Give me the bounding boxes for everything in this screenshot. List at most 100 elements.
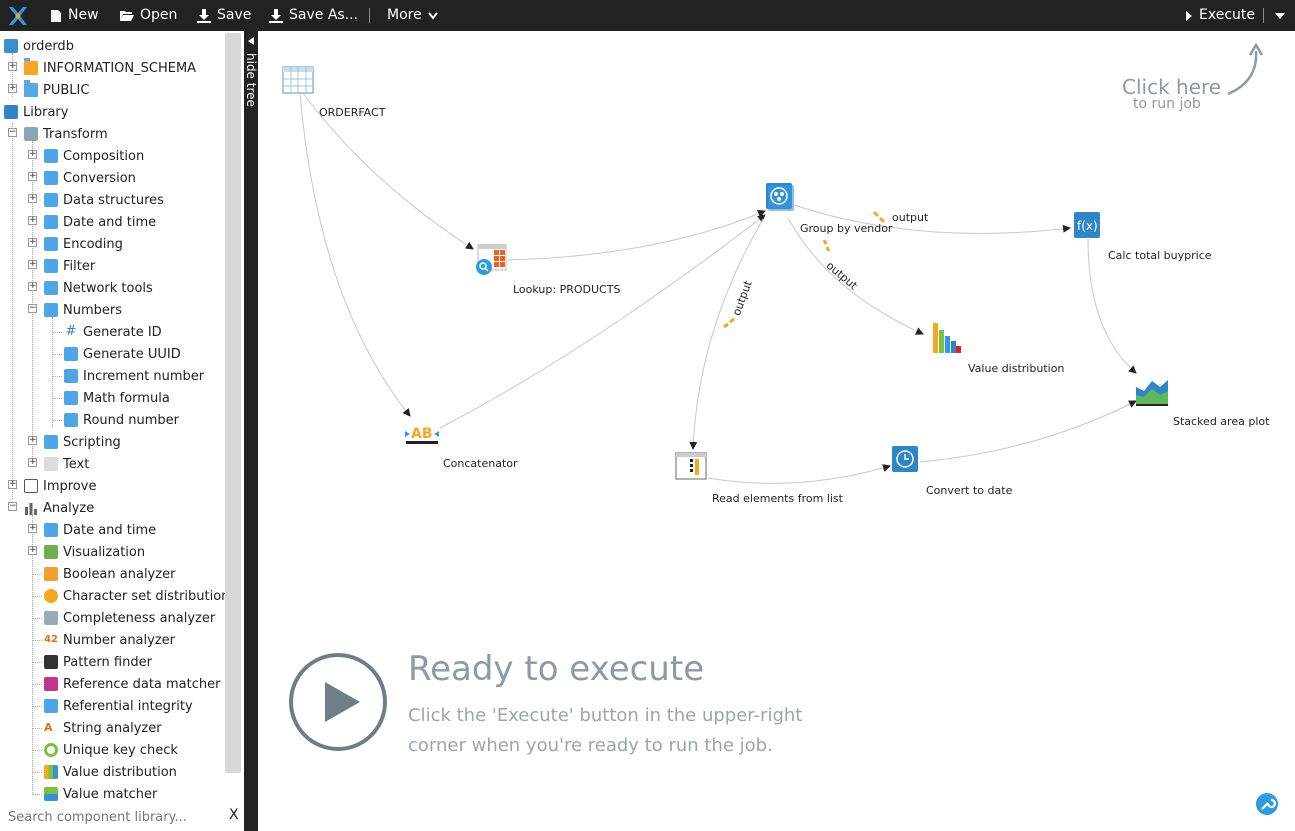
- tree-item-analyze[interactable]: Analyze: [24, 497, 94, 519]
- tree-item-component[interactable]: Unique key check: [44, 739, 178, 761]
- tree-guide-line: [32, 772, 42, 773]
- tree-item-component[interactable]: Increment number: [64, 365, 204, 387]
- clear-search-button[interactable]: X: [229, 807, 239, 823]
- job-settings-button[interactable]: [1256, 793, 1278, 819]
- open-button[interactable]: Open: [120, 0, 177, 31]
- tree-item-component[interactable]: Boolean analyzer: [44, 563, 175, 585]
- list-icon: [675, 452, 707, 480]
- component-orderfact-table[interactable]: [282, 66, 314, 98]
- tree-item-category[interactable]: Numbers: [44, 299, 122, 321]
- component-calc-total-buyprice[interactable]: f(x): [1074, 212, 1102, 244]
- save-as-button[interactable]: Save As...: [269, 0, 358, 31]
- numbers-icon: [44, 303, 58, 317]
- tree-item-datastore[interactable]: orderdb: [4, 35, 74, 57]
- tree-item-label: Increment number: [83, 368, 205, 384]
- tree-guide-line: [32, 596, 42, 597]
- job-graph-canvas[interactable]: ORDERFACT Lookup: PRODUCTS AB Concatenat…: [258, 31, 1295, 831]
- tree-item-category[interactable]: Encoding: [44, 233, 123, 255]
- expand-toggle[interactable]: +: [28, 282, 37, 291]
- tree-item-schema[interactable]: INFORMATION_SCHEMA: [24, 57, 196, 79]
- tree-item-component[interactable]: Generate UUID: [64, 343, 181, 365]
- component-group-by-vendor[interactable]: [766, 183, 794, 215]
- expand-toggle[interactable]: +: [28, 436, 37, 445]
- expand-toggle[interactable]: +: [28, 458, 37, 467]
- tree-item-component[interactable]: Math formula: [64, 387, 170, 409]
- component-value-distribution[interactable]: [932, 322, 962, 358]
- tree-item-schema[interactable]: PUBLIC: [24, 79, 89, 101]
- component-convert-to-date[interactable]: [892, 446, 920, 478]
- tree-item-category[interactable]: Date and time: [44, 211, 156, 233]
- tree-item-component[interactable]: Completeness analyzer: [44, 607, 215, 629]
- expand-toggle[interactable]: +: [8, 62, 17, 71]
- tree-guide-line: [52, 317, 53, 427]
- edge-convdate-stacked: [919, 400, 1137, 463]
- component-read-elements-from-list[interactable]: [675, 452, 707, 484]
- app-logo[interactable]: [6, 0, 30, 31]
- tree-item-component[interactable]: # Generate ID: [64, 321, 162, 343]
- tree-guide-line: [32, 515, 33, 795]
- run-job-play-button[interactable]: [288, 652, 388, 756]
- tree-item-component[interactable]: Value distribution: [44, 761, 177, 783]
- chevron-down-icon: [427, 11, 438, 20]
- tree-item-transform[interactable]: Transform: [24, 123, 108, 145]
- expand-toggle[interactable]: +: [28, 546, 37, 555]
- tree-item-category[interactable]: Date and time: [44, 519, 156, 541]
- execute-options-button[interactable]: [1275, 0, 1285, 31]
- collapse-toggle[interactable]: −: [8, 128, 17, 137]
- expand-toggle[interactable]: +: [28, 194, 37, 203]
- tree-item-component[interactable]: Pattern finder: [44, 651, 152, 673]
- play-icon: [1186, 10, 1192, 21]
- schema-folder-icon: [24, 58, 38, 75]
- tree-item-category[interactable]: Data structures: [44, 189, 164, 211]
- tree-item-component[interactable]: Reference data matcher: [44, 673, 220, 695]
- tree-item-category[interactable]: Network tools: [44, 277, 153, 299]
- tree-item-label: Scripting: [63, 434, 121, 450]
- tree-item-category[interactable]: Scripting: [44, 431, 121, 453]
- stacked-area-icon: [1136, 380, 1168, 406]
- tree-item-category[interactable]: Text: [44, 453, 89, 475]
- hide-tree-toggle[interactable]: hide tree: [244, 31, 258, 831]
- collapse-toggle[interactable]: −: [8, 502, 17, 511]
- expand-toggle[interactable]: +: [28, 260, 37, 269]
- component-lookup-products[interactable]: [475, 243, 507, 280]
- unique-key-icon: [44, 743, 58, 757]
- search-component-library-input[interactable]: [0, 805, 220, 829]
- expand-toggle[interactable]: +: [8, 480, 17, 489]
- tree-item-component[interactable]: 42 Number analyzer: [44, 629, 175, 651]
- tree-item-component[interactable]: Round number: [64, 409, 179, 431]
- link-chain-icon: [872, 210, 886, 224]
- checkbox-icon: [24, 479, 38, 493]
- datastore-icon: [4, 39, 18, 53]
- tree-item-improve[interactable]: Improve: [24, 475, 96, 497]
- expand-toggle[interactable]: +: [28, 216, 37, 225]
- tree-guide-line: [32, 750, 42, 751]
- expand-toggle[interactable]: +: [28, 150, 37, 159]
- tree-scrollbar[interactable]: [225, 33, 241, 773]
- tree-item-component[interactable]: Referential integrity: [44, 695, 193, 717]
- tree-guide-line: [32, 684, 42, 685]
- expand-toggle[interactable]: +: [28, 238, 37, 247]
- expand-toggle[interactable]: +: [28, 172, 37, 181]
- tree-item-component[interactable]: Value matcher: [44, 783, 157, 803]
- tree-item-category[interactable]: Visualization: [44, 541, 145, 563]
- ready-to-execute-title: Ready to execute: [408, 649, 705, 689]
- collapse-toggle[interactable]: −: [28, 304, 37, 313]
- tree-item-library[interactable]: Library: [4, 101, 68, 123]
- tree-item-component[interactable]: A String analyzer: [44, 717, 162, 739]
- expand-toggle[interactable]: +: [8, 84, 17, 93]
- tree-item-category[interactable]: Filter: [44, 255, 95, 277]
- tree-item-component[interactable]: Character set distribution: [44, 585, 229, 607]
- execute-button[interactable]: Execute: [1185, 0, 1255, 31]
- tree-guide-line: [12, 123, 13, 499]
- tree-item-category[interactable]: Conversion: [44, 167, 136, 189]
- tree-item-category[interactable]: Composition: [44, 145, 144, 167]
- expand-toggle[interactable]: +: [28, 524, 37, 533]
- caret-down-icon: [1275, 12, 1285, 19]
- component-concatenator[interactable]: AB: [405, 421, 439, 449]
- more-menu-button[interactable]: More: [387, 0, 438, 31]
- new-label: New: [68, 7, 99, 23]
- new-button[interactable]: New: [50, 0, 99, 31]
- component-stacked-area-plot[interactable]: [1136, 377, 1168, 411]
- save-button[interactable]: Save: [197, 0, 251, 31]
- bar-chart-icon: [25, 503, 37, 515]
